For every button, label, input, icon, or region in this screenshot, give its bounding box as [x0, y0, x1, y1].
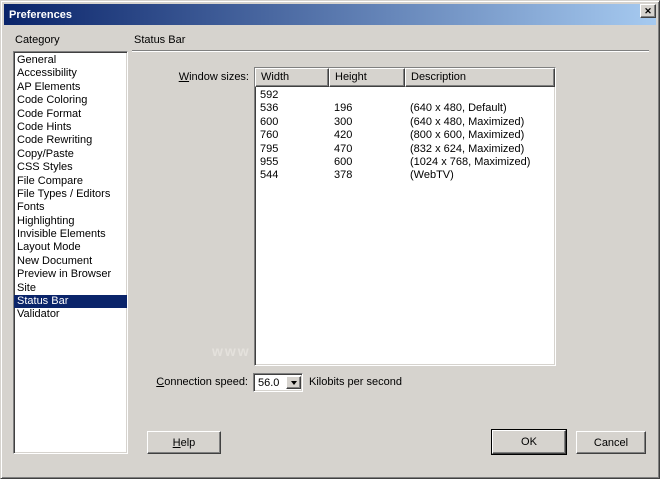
connection-speed-label-mnemonic: C [156, 376, 164, 388]
window-size-cell: 420 [329, 129, 405, 142]
category-item-fonts[interactable]: Fonts [14, 201, 127, 214]
ok-button-outline: OK [491, 429, 567, 455]
category-item-new-document[interactable]: New Document [14, 255, 127, 268]
window-size-cell: 378 [329, 169, 405, 182]
cancel-button[interactable]: Cancel [576, 431, 646, 454]
window-size-row[interactable]: 592 [255, 89, 555, 102]
window-sizes-table-header[interactable]: WidthHeightDescription [255, 68, 555, 87]
section-title: Status Bar [134, 34, 185, 46]
window-size-cell: (800 x 600, Maximized) [405, 129, 555, 142]
category-item-site[interactable]: Site [14, 282, 127, 295]
window-size-row[interactable]: 600300(640 x 480, Maximized) [255, 116, 555, 129]
cancel-button-label: Cancel [594, 437, 628, 449]
window-sizes-label: Window sizes: [151, 71, 249, 83]
titlebar[interactable]: Preferences [4, 4, 656, 25]
window-size-cell: 600 [255, 116, 329, 129]
category-item-status-bar[interactable]: Status Bar [14, 295, 127, 308]
category-item-css-styles[interactable]: CSS Styles [14, 161, 127, 174]
connection-speed-unit: Kilobits per second [309, 376, 402, 388]
connection-speed-value: 56.0 [254, 377, 286, 389]
connection-speed-select[interactable]: 56.0 [253, 373, 303, 392]
category-item-file-compare[interactable]: File Compare [14, 175, 127, 188]
category-item-code-hints[interactable]: Code Hints [14, 121, 127, 134]
close-icon: ✕ [644, 7, 652, 16]
ok-button-label: OK [521, 436, 537, 448]
window-size-cell: 544 [255, 169, 329, 182]
preferences-dialog: Preferences ✕ Category GeneralAccessibil… [0, 0, 660, 479]
window-sizes-table[interactable]: WidthHeightDescription 592536196(640 x 4… [254, 67, 556, 366]
window-size-cell: 196 [329, 102, 405, 115]
category-item-layout-mode[interactable]: Layout Mode [14, 241, 127, 254]
connection-speed-label-rest: onnection speed: [164, 376, 248, 388]
category-item-validator[interactable]: Validator [14, 308, 127, 321]
window-size-row[interactable]: 544378(WebTV) [255, 169, 555, 182]
watermark-text: www [212, 343, 251, 359]
category-item-ap-elements[interactable]: AP Elements [14, 81, 127, 94]
column-header-description[interactable]: Description [405, 68, 555, 87]
window-size-cell: (640 x 480, Default) [405, 102, 555, 115]
column-header-height[interactable]: Height [329, 68, 405, 87]
window-size-cell: 592 [255, 89, 329, 102]
window-size-row[interactable]: 760420(800 x 600, Maximized) [255, 129, 555, 142]
window-size-cell: 536 [255, 102, 329, 115]
category-item-file-types-editors[interactable]: File Types / Editors [14, 188, 127, 201]
category-item-code-rewriting[interactable]: Code Rewriting [14, 134, 127, 147]
window-size-cell: 955 [255, 156, 329, 169]
category-item-general[interactable]: General [14, 54, 127, 67]
window-size-cell: (832 x 624, Maximized) [405, 143, 555, 156]
window-title: Preferences [9, 9, 72, 21]
category-list[interactable]: GeneralAccessibilityAP ElementsCode Colo… [13, 51, 128, 454]
window-size-row[interactable]: 536196(640 x 480, Default) [255, 102, 555, 115]
window-size-cell [405, 89, 555, 102]
window-size-cell: 795 [255, 143, 329, 156]
close-button[interactable]: ✕ [640, 4, 656, 18]
category-item-code-format[interactable]: Code Format [14, 108, 127, 121]
window-size-row[interactable]: 795470(832 x 624, Maximized) [255, 143, 555, 156]
dropdown-arrow-button[interactable] [286, 376, 301, 389]
category-item-preview-in-browser[interactable]: Preview in Browser [14, 268, 127, 281]
window-size-cell: 300 [329, 116, 405, 129]
window-size-cell: 760 [255, 129, 329, 142]
window-size-cell [329, 89, 405, 102]
ok-button[interactable]: OK [492, 430, 566, 454]
category-item-highlighting[interactable]: Highlighting [14, 215, 127, 228]
category-item-copy-paste[interactable]: Copy/Paste [14, 148, 127, 161]
category-item-invisible-elements[interactable]: Invisible Elements [14, 228, 127, 241]
category-item-accessibility[interactable]: Accessibility [14, 67, 127, 80]
section-divider [132, 50, 649, 52]
window-size-cell: (1024 x 768, Maximized) [405, 156, 555, 169]
help-button[interactable]: Help [147, 431, 221, 454]
chevron-down-icon [291, 381, 297, 385]
window-sizes-rows: 592536196(640 x 480, Default)600300(640 … [255, 87, 555, 183]
window-sizes-label-rest: indow sizes: [189, 71, 249, 83]
window-sizes-label-mnemonic: W [179, 71, 189, 83]
window-size-cell: 600 [329, 156, 405, 169]
category-item-code-coloring[interactable]: Code Coloring [14, 94, 127, 107]
window-size-cell: 470 [329, 143, 405, 156]
window-size-cell: (WebTV) [405, 169, 555, 182]
help-button-label: Help [173, 437, 196, 449]
column-header-width[interactable]: Width [255, 68, 329, 87]
connection-speed-label: Connection speed: [141, 376, 248, 388]
window-size-row[interactable]: 955600(1024 x 768, Maximized) [255, 156, 555, 169]
window-size-cell: (640 x 480, Maximized) [405, 116, 555, 129]
category-label: Category [15, 34, 60, 46]
